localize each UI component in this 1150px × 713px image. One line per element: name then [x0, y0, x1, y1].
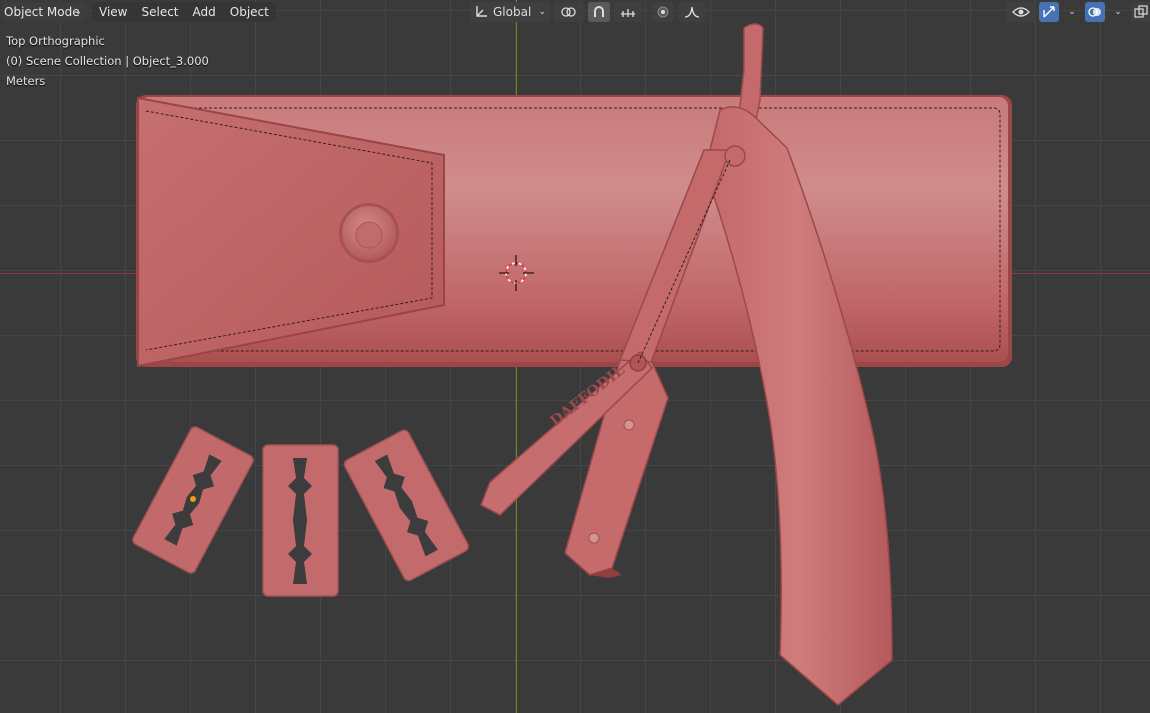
overlay-toggle[interactable]	[1085, 2, 1105, 22]
transform-orientation-label: Global	[493, 5, 532, 19]
object-origin-dot	[190, 496, 196, 502]
3d-viewport[interactable]: DAFFODIL Top Orthographic (0) Scene Coll…	[0, 0, 1150, 713]
snap-icon	[594, 6, 604, 17]
falloff-icon	[684, 6, 700, 18]
proportional-edit-icon	[657, 6, 669, 18]
snap-target-icon	[621, 9, 635, 17]
collection-label: (0) Scene Collection | Object_3.000	[6, 54, 209, 68]
falloff-dropdown[interactable]	[678, 2, 706, 22]
gizmo-icon	[1043, 6, 1055, 18]
visibility-dropdown[interactable]	[1006, 2, 1036, 22]
right-tools: ⌄ ⌄	[1006, 2, 1150, 22]
transform-orientation-icon	[476, 6, 487, 17]
chevron-down-icon[interactable]: ⌄	[1108, 2, 1128, 22]
snap-target-dropdown[interactable]	[614, 2, 642, 22]
units-label: Meters	[6, 74, 46, 88]
razor-blade-3[interactable]	[343, 428, 470, 582]
pivot-icon	[561, 7, 576, 17]
snap-toggle[interactable]	[588, 2, 610, 22]
menu-view[interactable]: View	[92, 2, 134, 22]
scene-objects: DAFFODIL	[132, 23, 1012, 706]
gizmo-toggle[interactable]	[1039, 2, 1059, 22]
center-tools: Global ⌄	[470, 2, 706, 22]
case-pouch[interactable]	[136, 95, 1012, 368]
menu-object[interactable]: Object	[223, 2, 276, 22]
overlay-icon	[1088, 7, 1101, 17]
chevron-down-icon: ⌄	[74, 7, 82, 17]
razor-blade-2[interactable]	[262, 444, 339, 597]
transform-orientation-dropdown[interactable]: Global ⌄	[470, 2, 550, 22]
mode-label: Object Mode	[4, 5, 80, 19]
viewport-header: Object Mode ⌄ View Select Add Object Glo…	[0, 0, 1150, 24]
menu-add[interactable]: Add	[186, 2, 223, 22]
chevron-down-icon: ⌄	[538, 7, 546, 17]
xray-toggle[interactable]	[1131, 2, 1150, 22]
visibility-icon	[1012, 7, 1030, 17]
header-menus: View Select Add Object	[92, 2, 276, 22]
chevron-down-icon[interactable]: ⌄	[1062, 2, 1082, 22]
mode-selector[interactable]: Object Mode ⌄	[2, 2, 86, 22]
view-name-label: Top Orthographic	[6, 34, 105, 48]
proportional-edit-toggle[interactable]	[652, 2, 674, 22]
menu-select[interactable]: Select	[134, 2, 185, 22]
xray-icon	[1134, 5, 1148, 18]
pivot-point-dropdown[interactable]	[554, 2, 584, 22]
